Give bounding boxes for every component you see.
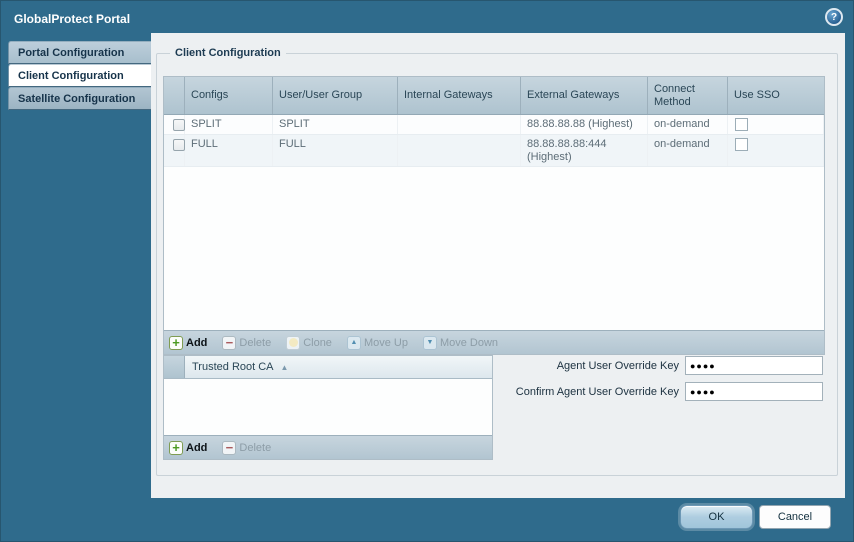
- delete-icon: −: [222, 336, 236, 350]
- cell-external-gateways: 88.88.88.88 (Highest): [521, 115, 648, 134]
- trusted-root-ca-toolbar: + Add − Delete: [164, 435, 492, 459]
- column-header-use-sso[interactable]: Use SSO: [728, 77, 824, 114]
- move-up-icon: ▲: [347, 336, 361, 350]
- cell-internal-gateways: [398, 115, 521, 134]
- tab-portal-configuration[interactable]: Portal Configuration: [8, 41, 151, 64]
- add-icon: +: [169, 441, 183, 455]
- tab-label: Satellite Configuration: [18, 93, 135, 105]
- confirm-agent-user-override-key-label: Confirm Agent User Override Key: [516, 386, 679, 398]
- tab-satellite-configuration[interactable]: Satellite Configuration: [8, 87, 151, 110]
- cell-configs: SPLIT: [185, 115, 273, 134]
- dialog-title: GlobalProtect Portal: [14, 12, 130, 26]
- column-header-trusted-root-ca[interactable]: Trusted Root CA ▲: [185, 356, 492, 378]
- cancel-button[interactable]: Cancel: [759, 505, 831, 529]
- trusted-root-ca-table: Trusted Root CA ▲ + Add − Delete: [163, 355, 493, 460]
- agent-user-override-key-field[interactable]: [685, 356, 823, 375]
- use-sso-checkbox[interactable]: [735, 118, 748, 131]
- row-select-checkbox[interactable]: [173, 139, 185, 151]
- agent-user-override-key-label: Agent User Override Key: [557, 360, 679, 372]
- confirm-agent-user-override-key-field[interactable]: [685, 382, 823, 401]
- ok-button[interactable]: OK: [680, 505, 753, 529]
- column-header-connect-method[interactable]: Connect Method: [648, 77, 728, 114]
- add-button[interactable]: + Add: [169, 336, 207, 350]
- globalprotect-portal-dialog: GlobalProtect Portal ? Portal Configurat…: [0, 0, 854, 542]
- delete-button[interactable]: − Delete: [222, 336, 271, 350]
- table-header-row: Trusted Root CA ▲: [164, 356, 492, 379]
- column-header-internal-gateways[interactable]: Internal Gateways: [398, 77, 521, 114]
- column-header-configs[interactable]: Configs: [185, 77, 273, 114]
- cell-external-gateways: 88.88.88.88:444 (Highest): [521, 135, 648, 166]
- delete-button[interactable]: − Delete: [222, 441, 271, 455]
- clone-button[interactable]: Clone: [286, 336, 332, 350]
- table-row[interactable]: SPLIT SPLIT 88.88.88.88 (Highest) on-dem…: [164, 115, 824, 135]
- use-sso-checkbox[interactable]: [735, 138, 748, 151]
- cell-user-group: FULL: [273, 135, 398, 166]
- column-header-user-group[interactable]: User/User Group: [273, 77, 398, 114]
- column-header-select[interactable]: [164, 77, 185, 114]
- add-button[interactable]: + Add: [169, 441, 207, 455]
- client-configs-toolbar: + Add − Delete Clone ▲ Move Up ▼ Move: [164, 330, 824, 354]
- sort-asc-icon: ▲: [281, 363, 289, 372]
- cell-configs: FULL: [185, 135, 273, 166]
- cell-connect-method: on-demand: [648, 135, 728, 166]
- content-panel: Client Configuration Configs User/User G…: [151, 33, 845, 498]
- cell-internal-gateways: [398, 135, 521, 166]
- delete-icon: −: [222, 441, 236, 455]
- table-empty-area: [164, 379, 492, 435]
- move-down-icon: ▼: [423, 336, 437, 350]
- cell-user-group: SPLIT: [273, 115, 398, 134]
- left-tab-strip: Portal Configuration Client Configuratio…: [8, 41, 151, 110]
- table-row[interactable]: FULL FULL 88.88.88.88:444 (Highest) on-d…: [164, 135, 824, 167]
- tab-client-configuration[interactable]: Client Configuration: [8, 64, 151, 87]
- confirm-agent-user-override-key-row: Confirm Agent User Override Key: [516, 382, 823, 401]
- help-glyph: ?: [831, 12, 837, 23]
- table-empty-area: [164, 167, 824, 330]
- group-title: Client Configuration: [170, 47, 286, 59]
- add-icon: +: [169, 336, 183, 350]
- cell-connect-method: on-demand: [648, 115, 728, 134]
- move-up-button[interactable]: ▲ Move Up: [347, 336, 408, 350]
- clone-icon: [286, 336, 300, 350]
- column-header-external-gateways[interactable]: External Gateways: [521, 77, 648, 114]
- agent-user-override-key-row: Agent User Override Key: [557, 356, 823, 375]
- move-down-button[interactable]: ▼ Move Down: [423, 336, 498, 350]
- row-select-checkbox[interactable]: [173, 119, 185, 131]
- help-icon[interactable]: ?: [825, 8, 843, 26]
- tab-label: Portal Configuration: [18, 47, 124, 59]
- table-header-row: Configs User/User Group Internal Gateway…: [164, 77, 824, 115]
- title-bar: GlobalProtect Portal ?: [1, 1, 853, 31]
- tab-label: Client Configuration: [18, 70, 124, 82]
- column-header-select: [164, 356, 185, 378]
- client-configs-table: Configs User/User Group Internal Gateway…: [163, 76, 825, 355]
